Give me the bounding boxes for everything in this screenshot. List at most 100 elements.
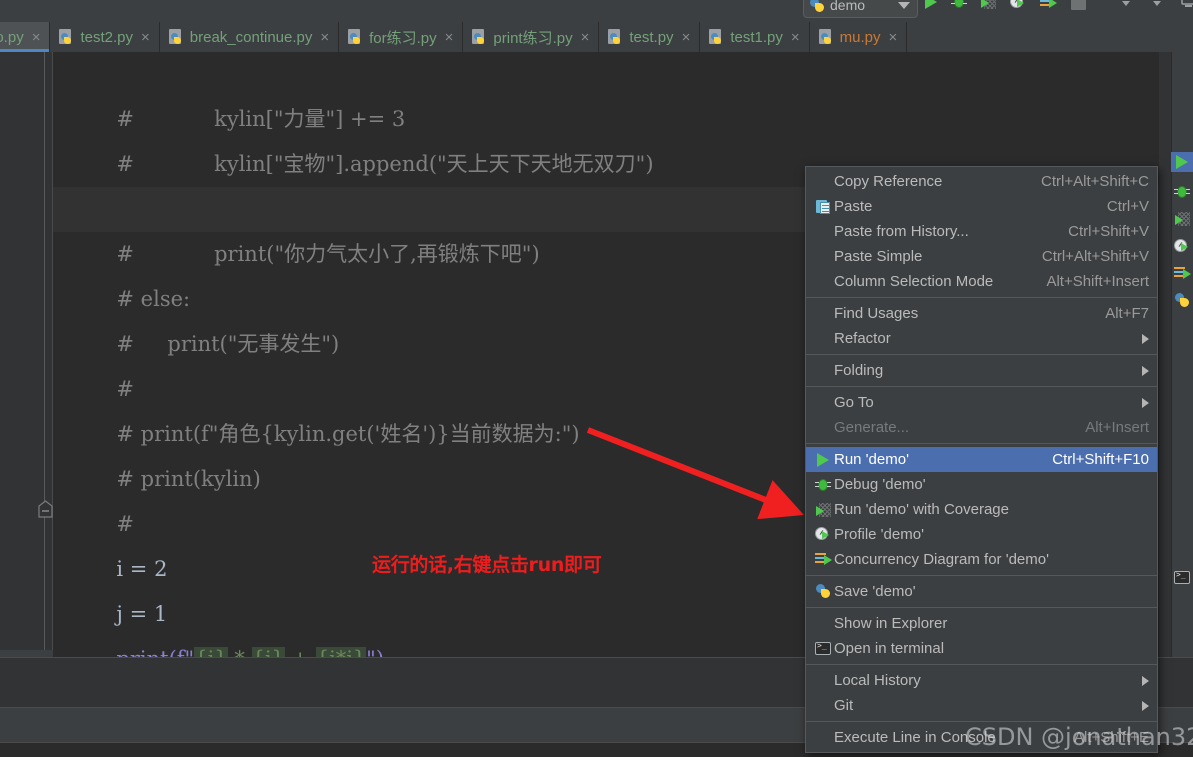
profile-gutter-icon[interactable] — [1174, 239, 1190, 254]
stop-square-icon[interactable] — [1071, 0, 1086, 10]
python-file-icon — [818, 29, 834, 45]
terminal-gutter-icon[interactable] — [1174, 570, 1190, 584]
menu-item-paste[interactable]: Paste Ctrl+V — [806, 194, 1157, 219]
menu-separator — [806, 354, 1157, 355]
tab-label: test.py — [629, 28, 674, 46]
main-toolbar: demo — [0, 0, 1193, 22]
code-plus: + — [285, 647, 316, 657]
no-icon — [812, 305, 834, 323]
run-configuration-selector[interactable]: demo — [803, 0, 918, 18]
run-gutter-icon[interactable] — [1171, 152, 1193, 172]
menu-item-save-demo[interactable]: Save 'demo' — [806, 579, 1157, 604]
menu-item-git[interactable]: Git — [806, 693, 1157, 718]
tab-test2-py[interactable]: test2.py × — [50, 22, 160, 52]
debug-button[interactable] — [951, 0, 967, 9]
no-icon — [812, 729, 834, 747]
menu-item-label: Go To — [834, 394, 874, 411]
menu-item-find-usages[interactable]: Find Usages Alt+F7 — [806, 301, 1157, 326]
menu-separator — [806, 443, 1157, 444]
menu-item-shortcut: Alt+Shift+E — [1073, 729, 1149, 746]
code-star: * — [228, 647, 252, 657]
menu-item-copy-reference[interactable]: Copy Reference Ctrl+Alt+Shift+C — [806, 169, 1157, 194]
menu-item-run-demo-with-coverage[interactable]: Run 'demo' with Coverage — [806, 497, 1157, 522]
menu-item-paste-from-history[interactable]: Paste from History... Ctrl+Shift+V — [806, 219, 1157, 244]
tab-label: test2.py — [80, 28, 133, 46]
menu-item-label: Paste Simple — [834, 248, 923, 265]
tab-print-practice-py[interactable]: print练习.py × — [463, 22, 600, 52]
close-icon[interactable]: × — [888, 30, 897, 45]
no-icon — [812, 273, 834, 291]
menu-item-folding[interactable]: Folding — [806, 358, 1157, 383]
run-button[interactable] — [925, 0, 937, 9]
menu-item-shortcut: Ctrl+Shift+V — [1068, 223, 1149, 240]
debug-gutter-icon[interactable] — [1174, 185, 1190, 199]
code-fstring-j: {j} — [251, 647, 285, 657]
editor-gutter[interactable] — [0, 52, 53, 657]
submenu-arrow-icon — [1142, 333, 1149, 344]
tab-mu-py[interactable]: mu.py × — [809, 22, 908, 52]
coverage-gutter-icon[interactable] — [1174, 212, 1190, 226]
close-icon[interactable]: × — [32, 30, 41, 45]
python-icon — [810, 0, 825, 13]
menu-item-go-to[interactable]: Go To — [806, 390, 1157, 415]
tab-test-py[interactable]: test.py × — [599, 22, 701, 52]
commit-icon[interactable] — [1149, 0, 1166, 13]
no-icon — [812, 362, 834, 380]
menu-item-paste-simple[interactable]: Paste Simple Ctrl+Alt+Shift+V — [806, 244, 1157, 269]
menu-item-label: Profile 'demo' — [834, 526, 924, 543]
menu-item-execute-line-in-console[interactable]: Execute Line in Console Alt+Shift+E — [806, 725, 1157, 750]
editor-context-menu[interactable]: Copy Reference Ctrl+Alt+Shift+C Paste Ct… — [805, 166, 1158, 753]
screen-icon[interactable] — [1180, 0, 1193, 13]
code-line: # kylin["力量"] += 3 — [53, 52, 1193, 131]
close-icon[interactable]: × — [320, 30, 329, 45]
submenu-arrow-icon — [1142, 700, 1149, 711]
profile-button[interactable] — [1010, 0, 1026, 10]
python-icon — [812, 583, 834, 601]
tab-test1-py[interactable]: test1.py × — [700, 22, 810, 52]
close-icon[interactable]: × — [445, 30, 454, 45]
menu-item-refactor[interactable]: Refactor — [806, 326, 1157, 351]
code-fold-marker-icon[interactable] — [38, 500, 53, 518]
no-icon — [812, 330, 834, 348]
run-with-coverage-button[interactable] — [981, 0, 996, 9]
chevron-down-icon[interactable] — [898, 2, 910, 9]
tab-break-continue-py[interactable]: break_continue.py × — [159, 22, 340, 52]
menu-item-debug-demo[interactable]: Debug 'demo' — [806, 472, 1157, 497]
menu-item-label: Paste — [834, 198, 873, 215]
menu-item-profile-demo[interactable]: Profile 'demo' — [806, 522, 1157, 547]
no-icon — [812, 672, 834, 690]
concurrency-gutter-icon[interactable] — [1173, 267, 1191, 280]
python-file-icon — [168, 29, 184, 45]
menu-item-label: Execute Line in Console — [834, 729, 996, 746]
code-print-suffix: ") — [366, 647, 384, 657]
close-icon[interactable]: × — [141, 30, 150, 45]
code-fstring-ij: {i*j} — [315, 647, 367, 657]
menu-item-label: Local History — [834, 672, 921, 689]
tab-label: test1.py — [730, 28, 783, 46]
menu-item-label: Refactor — [834, 330, 891, 347]
close-icon[interactable]: × — [581, 30, 590, 45]
menu-item-label: Git — [834, 697, 854, 714]
close-icon[interactable]: × — [682, 30, 691, 45]
python-console-gutter-icon[interactable] — [1174, 293, 1190, 308]
pycharm-window: demo .py × test2.py × break_continue.py … — [0, 0, 1193, 757]
error-marker-bar[interactable] — [1159, 52, 1171, 657]
menu-item-shortcut: Ctrl+Alt+Shift+V — [1041, 248, 1149, 265]
close-icon[interactable]: × — [791, 30, 800, 45]
menu-item-open-in-terminal[interactable]: Open in terminal — [806, 636, 1157, 661]
menu-item-label: Show in Explorer — [834, 615, 948, 632]
menu-item-shortcut: Ctrl+V — [1106, 198, 1149, 215]
menu-item-show-in-explorer[interactable]: Show in Explorer — [806, 611, 1157, 636]
tab-for-practice-py[interactable]: for练习.py × — [339, 22, 464, 52]
update-project-icon[interactable] — [1118, 0, 1135, 13]
menu-item-column-selection-mode[interactable]: Column Selection Mode Alt+Shift+Insert — [806, 269, 1157, 294]
menu-item-run-demo[interactable]: Run 'demo' Ctrl+Shift+F10 — [806, 447, 1157, 472]
menu-item-concurrency-diagram[interactable]: Concurrency Diagram for 'demo' — [806, 547, 1157, 572]
attach-arrow-icon[interactable] — [1040, 0, 1057, 9]
menu-item-label: Run 'demo' — [834, 451, 909, 468]
indent-guide — [44, 52, 45, 657]
tab-label: break_continue.py — [189, 28, 313, 46]
python-file-icon — [607, 29, 623, 45]
menu-item-local-history[interactable]: Local History — [806, 668, 1157, 693]
tab-demo-py[interactable]: no.py × — [0, 22, 51, 52]
